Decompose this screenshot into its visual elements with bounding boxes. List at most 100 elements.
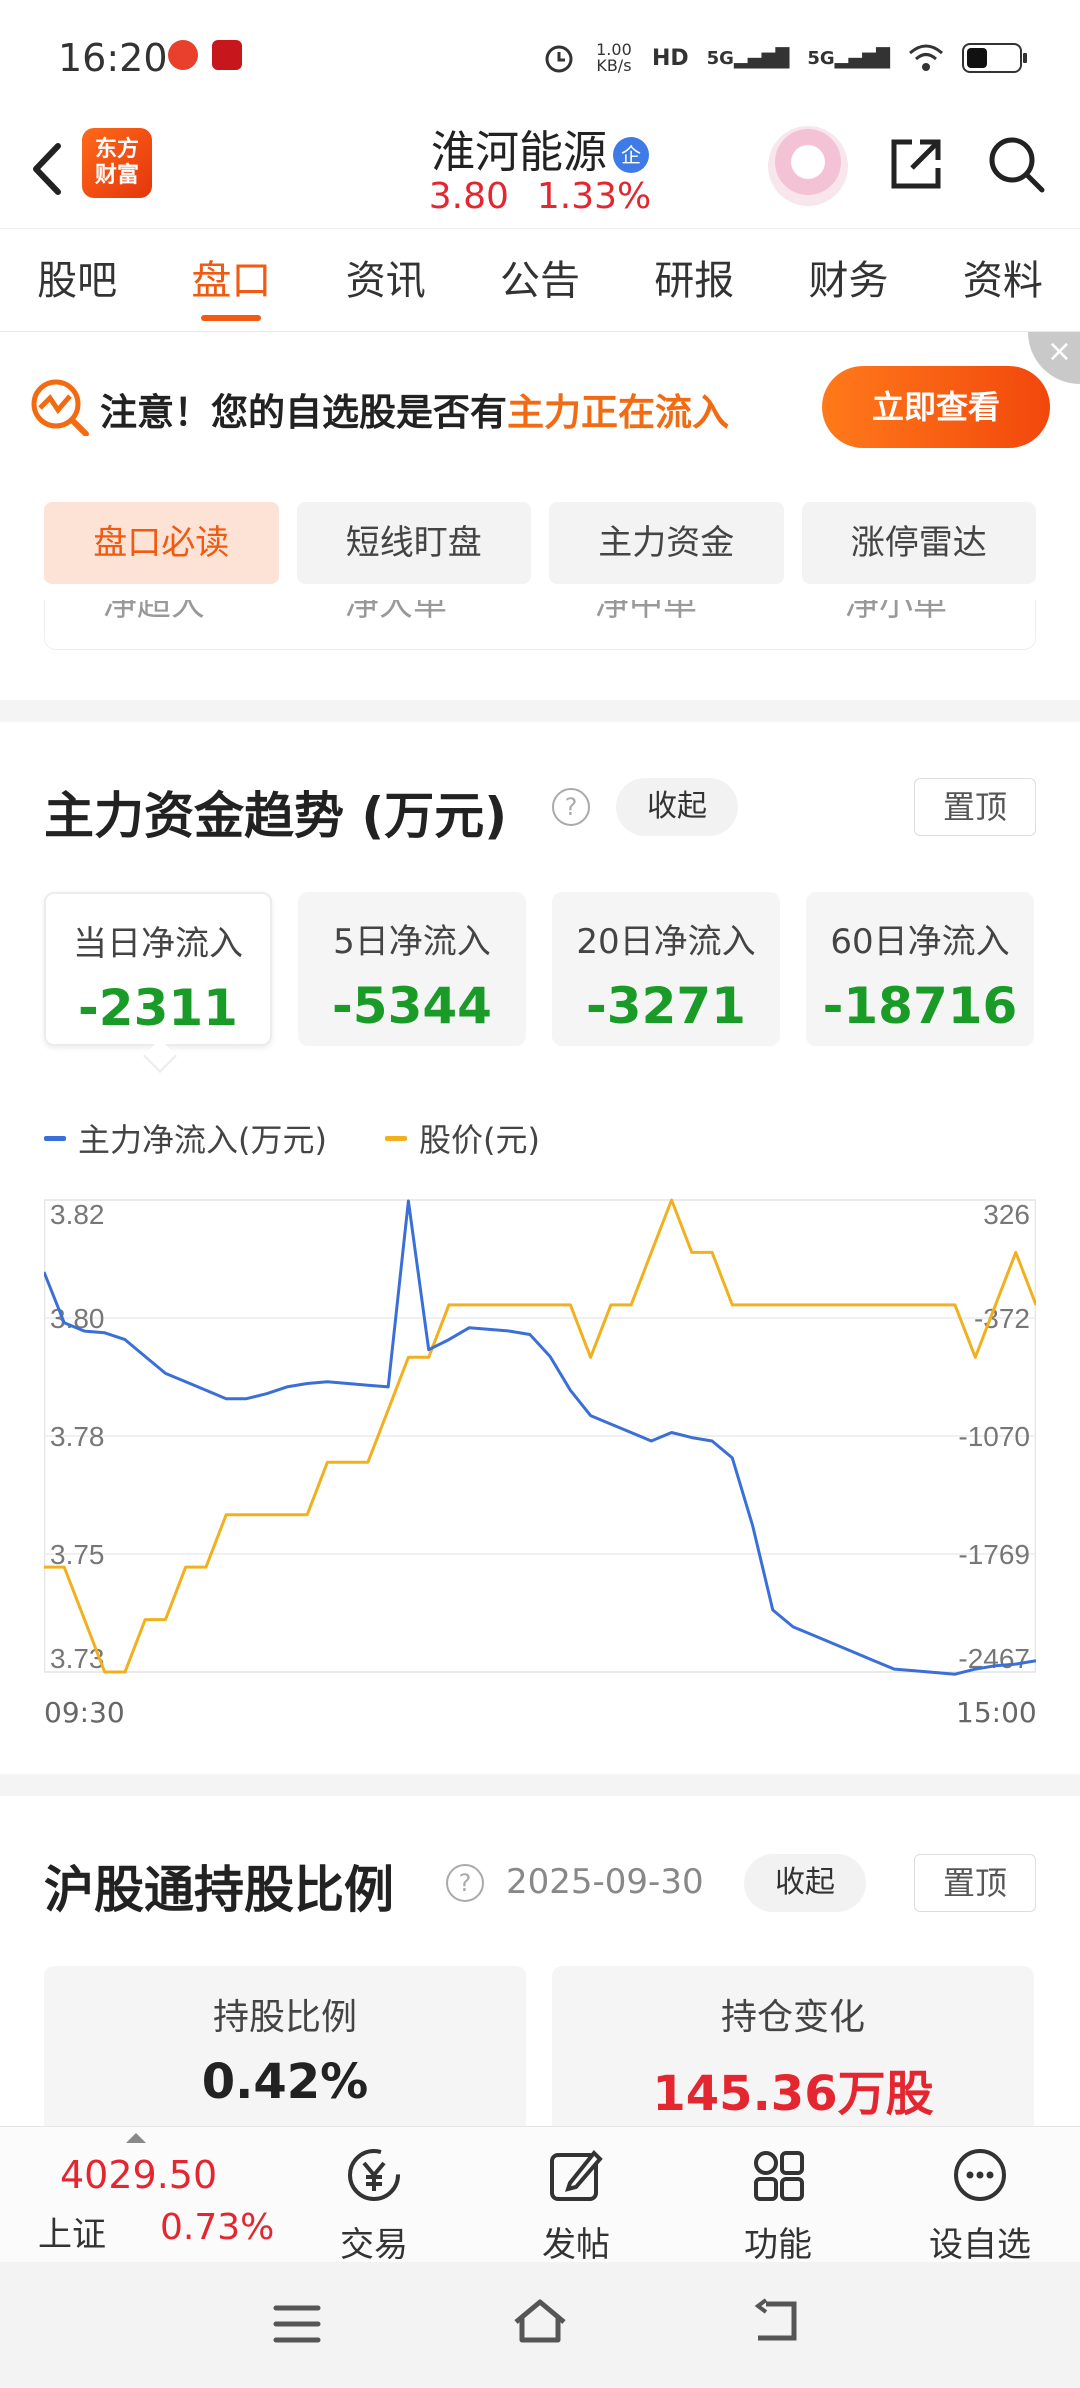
legend-label-fund: 主力净流入(万元) xyxy=(78,1121,327,1159)
index-value[interactable]: 4029.50 xyxy=(60,2153,217,2197)
notice-text: 注意！您的自选股是否有主力正在流入 xyxy=(100,391,729,434)
subtab-must-read[interactable]: 盘口必读 xyxy=(44,502,279,584)
hold-value: 145.36万股 xyxy=(652,2066,934,2122)
main-tabs: 股吧 盘口 资讯 公告 研报 财务 资料 xyxy=(0,228,1080,332)
right-tick-label: -372 xyxy=(974,1303,1030,1334)
trade-label: 交易 xyxy=(340,2225,408,2265)
subtab-main-fund[interactable]: 主力资金 xyxy=(549,502,784,584)
tab-pankou[interactable]: 盘口 xyxy=(154,229,308,331)
stat-card-20day[interactable]: 20日净流入 -3271 xyxy=(552,892,780,1046)
pin-top-button[interactable]: 置顶 xyxy=(914,1854,1036,1912)
subtab-limit-up-radar[interactable]: 涨停雷达 xyxy=(801,502,1036,584)
cut-label: 净中单 xyxy=(595,600,697,624)
status-bar: 16:20 1.00 KB/s HD 5G▂▄▆█ 5G▂▄▆█ xyxy=(0,0,1080,112)
grid-icon xyxy=(754,2151,804,2201)
status-icons: 1.00 KB/s HD 5G▂▄▆█ 5G▂▄▆█ xyxy=(542,36,1028,80)
expand-caret-icon[interactable] xyxy=(126,2133,146,2143)
assistant-avatar[interactable] xyxy=(768,126,848,206)
section-divider xyxy=(0,1774,1080,1796)
hold-ratio-card: 持股比例 0.42% xyxy=(44,1966,526,2136)
hd-badge: HD xyxy=(651,45,689,71)
post-button[interactable]: 发帖 xyxy=(506,2143,646,2266)
right-tick-label: -1769 xyxy=(958,1539,1030,1570)
enterprise-badge: 企 xyxy=(613,137,649,173)
bottom-toolbar: 4029.50 上证 0.73% 交易 发帖 功能 设自选 xyxy=(0,2126,1080,2265)
index-change[interactable]: 0.73% xyxy=(160,2207,274,2248)
cut-label: 净超大 xyxy=(103,600,205,624)
tab-news[interactable]: 资讯 xyxy=(309,229,463,331)
search-icon[interactable] xyxy=(984,132,1048,196)
legend-label-price: 股价(元) xyxy=(418,1121,540,1159)
collapse-button[interactable]: 收起 xyxy=(744,1854,866,1912)
trade-button[interactable]: 交易 xyxy=(304,2143,444,2266)
add-watchlist-button[interactable]: 设自选 xyxy=(910,2143,1050,2266)
legend-swatch-price xyxy=(384,1135,407,1141)
tab-research[interactable]: 研报 xyxy=(617,229,771,331)
series-line xyxy=(44,1199,1036,1676)
signal-icon: 5G▂▄▆█ xyxy=(807,47,890,69)
trend-alert-icon xyxy=(31,379,89,436)
hk-connect-title: 沪股通持股比例 xyxy=(44,1861,394,1919)
wifi-icon xyxy=(909,44,943,71)
stat-value: -18716 xyxy=(822,977,1018,1035)
alarm-icon xyxy=(545,45,573,73)
x-end-label: 15:00 xyxy=(956,1696,1037,1729)
yen-circle-icon xyxy=(348,2149,400,2201)
edit-icon xyxy=(550,2150,603,2201)
hk-connect-date: 2025-09-30 xyxy=(506,1862,704,1902)
tab-guba[interactable]: 股吧 xyxy=(0,229,154,331)
notification-app-icon xyxy=(212,40,242,70)
share-icon[interactable] xyxy=(884,132,948,196)
stat-card-today[interactable]: 当日净流入 -2311 xyxy=(44,892,272,1046)
signal-icon: 5G▂▄▆█ xyxy=(706,47,790,69)
stat-label: 5日净流入 xyxy=(333,922,491,962)
add-watchlist-label: 设自选 xyxy=(929,2225,1031,2265)
change-percent: 1.33% xyxy=(536,176,652,217)
stat-card-5day[interactable]: 5日净流入 -5344 xyxy=(298,892,526,1046)
home-icon[interactable] xyxy=(510,2296,570,2346)
pin-top-button[interactable]: 置顶 xyxy=(914,778,1036,836)
hold-change-card: 持仓变化 145.36万股 xyxy=(552,1966,1034,2136)
help-icon[interactable]: ? xyxy=(552,788,590,826)
notice-banner: × 注意！您的自选股是否有主力正在流入 立即查看 xyxy=(0,332,1080,482)
sub-tabs: 盘口必读 短线盯盘 主力资金 涨停雷达 xyxy=(44,502,1036,584)
hold-label: 持仓变化 xyxy=(720,1997,865,2038)
post-label: 发帖 xyxy=(542,2225,610,2265)
stock-header: 东方 财富 淮河能源企 3.80 1.33% xyxy=(0,112,1080,228)
chart-legend: 主力净流入(万元) 股价(元) xyxy=(44,1118,540,1159)
menu-icon[interactable] xyxy=(272,2302,322,2346)
status-time: 16:20 xyxy=(58,36,168,80)
legend-swatch-fund xyxy=(44,1135,66,1141)
main-fund-title: 主力资金趋势 (万元) xyxy=(44,787,508,845)
cut-label: 净小单 xyxy=(845,600,947,624)
subtab-short-term[interactable]: 短线盯盘 xyxy=(296,502,531,584)
system-nav-bar xyxy=(0,2262,1080,2388)
section-divider xyxy=(0,700,1080,722)
stat-card-60day[interactable]: 60日净流入 -18716 xyxy=(806,892,1034,1046)
hold-value: 0.42% xyxy=(201,2054,369,2110)
more-circle-icon xyxy=(954,2149,1006,2201)
fund-trend-chart[interactable]: 3.82 3263.80 -3723.78 -10703.75 -17693.73 -24… xyxy=(44,1194,1036,1680)
cut-label: 净大单 xyxy=(345,600,447,624)
stat-value: -3271 xyxy=(586,977,746,1035)
stat-label: 当日净流入 xyxy=(73,924,243,964)
tab-finance[interactable]: 财务 xyxy=(771,229,925,331)
stat-value: -2311 xyxy=(78,979,238,1037)
tab-announcements[interactable]: 公告 xyxy=(463,229,617,331)
stat-label: 20日净流入 xyxy=(576,922,756,962)
stat-value: -5344 xyxy=(332,977,492,1035)
collapse-button[interactable]: 收起 xyxy=(616,778,738,836)
tab-profile[interactable]: 资料 xyxy=(926,229,1080,331)
index-name[interactable]: 上证 xyxy=(38,2207,106,2256)
back-nav-icon[interactable] xyxy=(752,2298,802,2344)
hold-label: 持股比例 xyxy=(212,1997,357,2038)
partial-table: 净超大 净大单 净中单 净小单 xyxy=(44,600,1036,650)
battery-icon xyxy=(962,43,1027,73)
right-tick-label: -1070 xyxy=(958,1421,1030,1452)
net-speed: 1.00 KB/s xyxy=(596,40,632,75)
view-now-button[interactable]: 立即查看 xyxy=(822,366,1050,448)
right-tick-label: 326 xyxy=(983,1199,1030,1230)
notification-app-icon xyxy=(168,40,198,70)
functions-button[interactable]: 功能 xyxy=(708,2143,848,2266)
help-icon[interactable]: ? xyxy=(446,1864,484,1902)
